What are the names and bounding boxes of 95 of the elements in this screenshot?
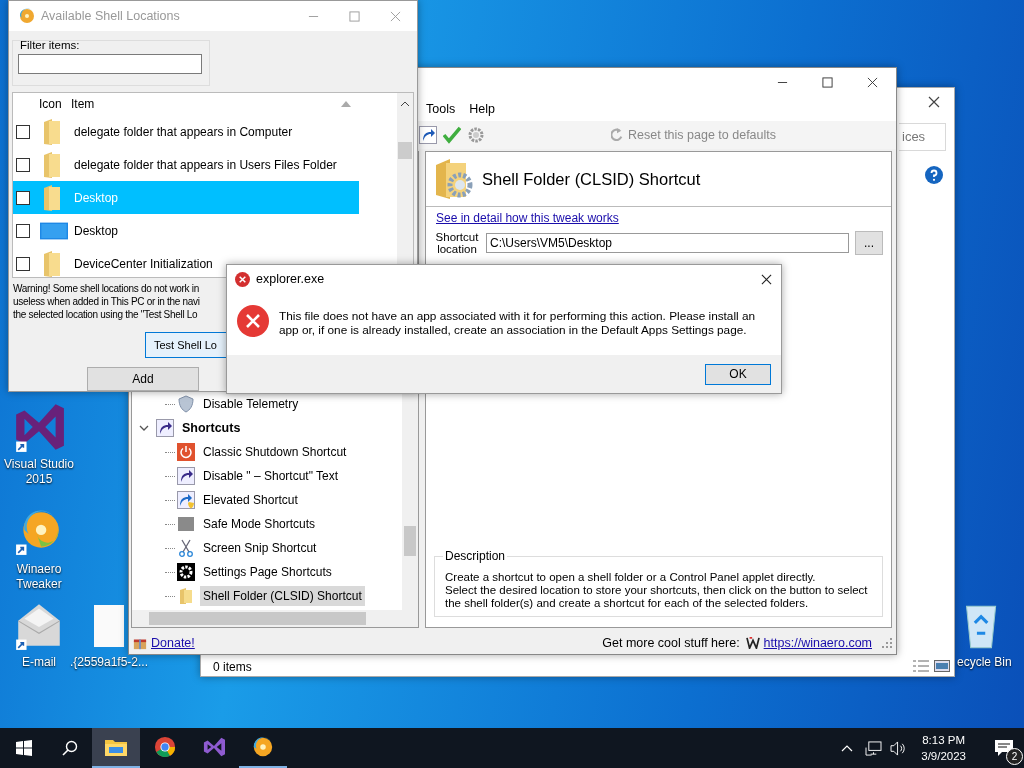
- item-name: DeviceCenter Initialization: [74, 256, 213, 271]
- donate-link[interactable]: Donate!: [151, 636, 195, 650]
- tree-item[interactable]: Disable Telemetry: [200, 394, 302, 414]
- w-logo-icon: [745, 637, 760, 649]
- window-title: Available Shell Locations: [41, 9, 180, 23]
- scissors-icon: [177, 539, 195, 557]
- resize-grip-icon[interactable]: [882, 638, 892, 648]
- gear-icon: [177, 563, 195, 581]
- checkbox[interactable]: [16, 124, 30, 139]
- tiles-view-icon[interactable]: [934, 660, 950, 672]
- tree-item[interactable]: Settings Page Shortcuts: [200, 562, 335, 582]
- notification-badge: 2: [1006, 748, 1023, 765]
- error-icon: [237, 305, 269, 337]
- browse-button[interactable]: ...: [855, 231, 883, 255]
- undo-arrow-icon: [611, 127, 623, 143]
- menu-item[interactable]: Tools: [426, 102, 456, 116]
- list-row[interactable]: delegate folder that appears in Computer: [13, 115, 359, 148]
- clock-time[interactable]: 8:13 PM: [922, 732, 966, 748]
- desktop-icon-label[interactable]: .{2559a1f5-2...: [69, 655, 149, 670]
- error-message: This file does not have an app associated with it for performing this action. Please install an app or, if one is already installed, create an association in the Default Apps Settings page.: [279, 309, 757, 337]
- gear-icon[interactable]: [467, 126, 485, 144]
- menu-item[interactable]: Help: [469, 102, 495, 116]
- search-icon[interactable]: [62, 740, 78, 756]
- power-icon: [177, 443, 195, 461]
- shortcut-shield-icon: [177, 491, 195, 509]
- status-text: 0 items: [213, 660, 252, 674]
- tree-item[interactable]: Shell Folder (CLSID) Shortcut: [200, 586, 365, 606]
- shortcut-icon[interactable]: [419, 126, 437, 144]
- scroll-thumb[interactable]: [398, 142, 412, 159]
- folder-icon: [177, 587, 195, 605]
- promo-text: Get more cool stuff here:: [602, 636, 740, 650]
- filter-field[interactable]: [18, 54, 202, 74]
- tree-item[interactable]: Safe Mode Shortcuts: [200, 514, 319, 534]
- checkbox[interactable]: [16, 190, 30, 205]
- close-button[interactable]: [761, 273, 772, 285]
- desktop-icon-label[interactable]: Visual Studio 2015: [1, 457, 77, 487]
- checkbox[interactable]: [16, 256, 30, 271]
- scroll-thumb[interactable]: [404, 526, 416, 556]
- item-name: delegate folder that appears in Computer: [74, 124, 293, 139]
- warning-text: useless when added in This PC or in the navi: [13, 295, 200, 308]
- tree-item[interactable]: Disable " – Shortcut" Text: [200, 466, 342, 486]
- checkmark-icon[interactable]: [443, 126, 461, 144]
- shield-icon: [177, 395, 195, 413]
- clock-date[interactable]: 3/9/2023: [921, 748, 966, 764]
- item-name: Desktop: [74, 223, 119, 238]
- add-button[interactable]: Add: [87, 367, 199, 391]
- warning-text: the selected location using the "Test Shell Lo: [13, 308, 198, 321]
- chevron-icon[interactable]: [139, 423, 149, 433]
- page-title: Shell Folder (CLSID) Shortcut: [482, 169, 701, 189]
- shortcut-icon: [177, 467, 195, 485]
- field-label: Shortcut location: [434, 231, 480, 255]
- list-row[interactable]: delegate folder that appears in Users Files Folder: [13, 148, 359, 181]
- caret-up-icon[interactable]: [841, 744, 854, 752]
- list-row[interactable]: Desktop: [13, 214, 359, 247]
- website-link[interactable]: https://winaero.com: [763, 636, 872, 650]
- item-name: delegate folder that appears in Users Files Folder: [74, 157, 337, 172]
- detail-link[interactable]: See in detail how this tweak works: [436, 211, 619, 225]
- visual-studio-icon: [202, 736, 226, 758]
- windows-start-icon[interactable]: [16, 740, 32, 756]
- tree-item[interactable]: Screen Snip Shortcut: [200, 538, 320, 558]
- column-header[interactable]: Icon: [39, 97, 71, 111]
- scroll-up-icon[interactable]: [400, 101, 410, 107]
- swirl-logo-icon: [251, 736, 275, 758]
- dialog-title: explorer.exe: [256, 272, 325, 286]
- tree-category[interactable]: Shortcuts: [179, 418, 244, 438]
- maximize-button[interactable]: [822, 77, 833, 88]
- desktop-icon-label[interactable]: Winaero Tweaker: [1, 562, 77, 592]
- scrollbar[interactable]: [132, 610, 418, 627]
- tree-item[interactable]: Classic Shutdown Shortcut: [200, 442, 350, 462]
- speaker-icon[interactable]: [890, 740, 908, 756]
- search-field[interactable]: ices: [899, 123, 946, 151]
- field-label: Filter items:: [20, 39, 80, 51]
- taskbar-button[interactable]: [92, 728, 140, 768]
- item-name: Desktop: [74, 190, 119, 205]
- swirl-logo-icon: [19, 8, 35, 24]
- browser-icon: [153, 736, 177, 758]
- shortcut-icon: [156, 419, 174, 437]
- ok-button[interactable]: OK: [705, 363, 771, 385]
- network-icon[interactable]: [865, 740, 883, 756]
- close-button[interactable]: [867, 77, 878, 88]
- tree-item[interactable]: Elevated Shortcut: [200, 490, 301, 510]
- square-icon: [177, 515, 195, 533]
- location-field[interactable]: C:\Users\VM5\Desktop: [486, 233, 849, 253]
- checkbox[interactable]: [16, 223, 30, 238]
- group-title: Description: [443, 549, 508, 563]
- close-icon[interactable]: [928, 96, 940, 108]
- scroll-thumb[interactable]: [149, 612, 366, 625]
- column-header[interactable]: Item: [71, 97, 341, 111]
- description-text: Create a shortcut to open a shell folder or a Control Panel applet directly. Select the desired location to store your shortcuts, then click on the button to select the shell folder(s) and create a shortcut for each of the selected folders.: [445, 571, 869, 610]
- desktop-icon-label[interactable]: ecycle Bin: [957, 655, 1012, 670]
- folder-gear-icon: [434, 157, 474, 201]
- error-icon: [235, 271, 250, 287]
- checkbox[interactable]: [16, 157, 30, 172]
- warning-text: Warning! Some shell locations do not work in: [13, 282, 199, 295]
- help-icon[interactable]: [925, 166, 943, 184]
